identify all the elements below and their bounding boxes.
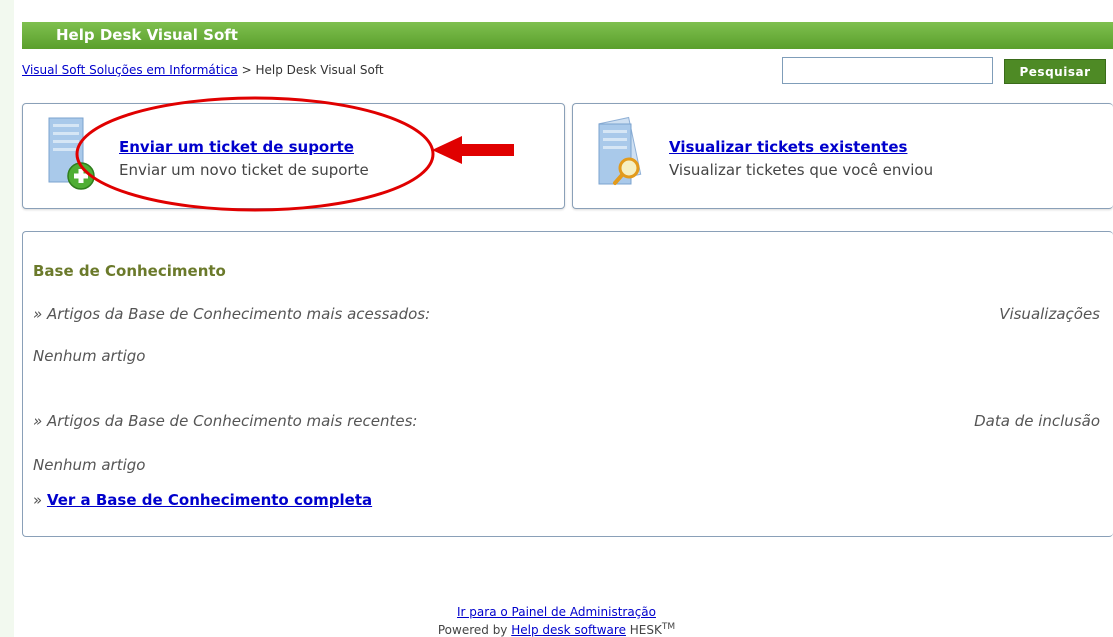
footer-admin: Ir para o Painel de Administração	[0, 605, 1113, 619]
recent-articles-date-column: Data de inclusão	[974, 412, 1100, 430]
view-tickets-link[interactable]: Visualizar tickets existentes	[669, 138, 907, 156]
breadcrumb-current: Help Desk Visual Soft	[255, 63, 384, 77]
top-articles-heading: » Artigos da Base de Conhecimento mais a…	[33, 305, 431, 323]
header-title: Help Desk Visual Soft	[56, 26, 238, 44]
top-articles-empty: Nenhum artigo	[33, 347, 146, 365]
full-knowledge-base-row: » Ver a Base de Conhecimento completa	[33, 491, 372, 509]
breadcrumb: Visual Soft Soluções em Informática > He…	[22, 63, 384, 77]
view-tickets-description: Visualizar ticketes que você enviou	[669, 161, 934, 179]
recent-articles-heading: » Artigos da Base de Conhecimento mais r…	[33, 412, 418, 430]
knowledge-base-panel: Base de Conhecimento » Artigos da Base d…	[22, 231, 1113, 537]
admin-panel-link[interactable]: Ir para o Painel de Administração	[457, 605, 656, 619]
view-tickets-card[interactable]: Visualizar tickets existentes Visualizar…	[572, 103, 1113, 209]
search-input[interactable]	[782, 57, 993, 84]
left-margin-stripe	[0, 0, 14, 637]
annotation-red-ellipse	[75, 96, 435, 212]
header-bar: Help Desk Visual Soft	[22, 22, 1113, 49]
annotation-red-arrow-icon	[432, 136, 514, 164]
full-kb-prefix: »	[33, 491, 47, 509]
trademark: TM	[661, 622, 676, 632]
breadcrumb-home-link[interactable]: Visual Soft Soluções em Informática	[22, 63, 238, 77]
full-knowledge-base-link[interactable]: Ver a Base de Conhecimento completa	[47, 491, 372, 509]
powered-brand: HESK	[625, 623, 662, 637]
knowledge-base-title: Base de Conhecimento	[33, 262, 226, 280]
helpdesk-software-link[interactable]: Help desk software	[511, 623, 626, 637]
search-button[interactable]: Pesquisar	[1004, 59, 1106, 84]
recent-articles-empty: Nenhum artigo	[33, 456, 146, 474]
breadcrumb-separator: >	[237, 63, 256, 77]
view-tickets-icon	[598, 116, 642, 185]
powered-prefix: Powered by	[437, 623, 512, 637]
top-articles-views-column: Visualizações	[999, 305, 1100, 323]
footer-powered-by: Powered by Help desk software HESKTM	[0, 622, 1113, 637]
